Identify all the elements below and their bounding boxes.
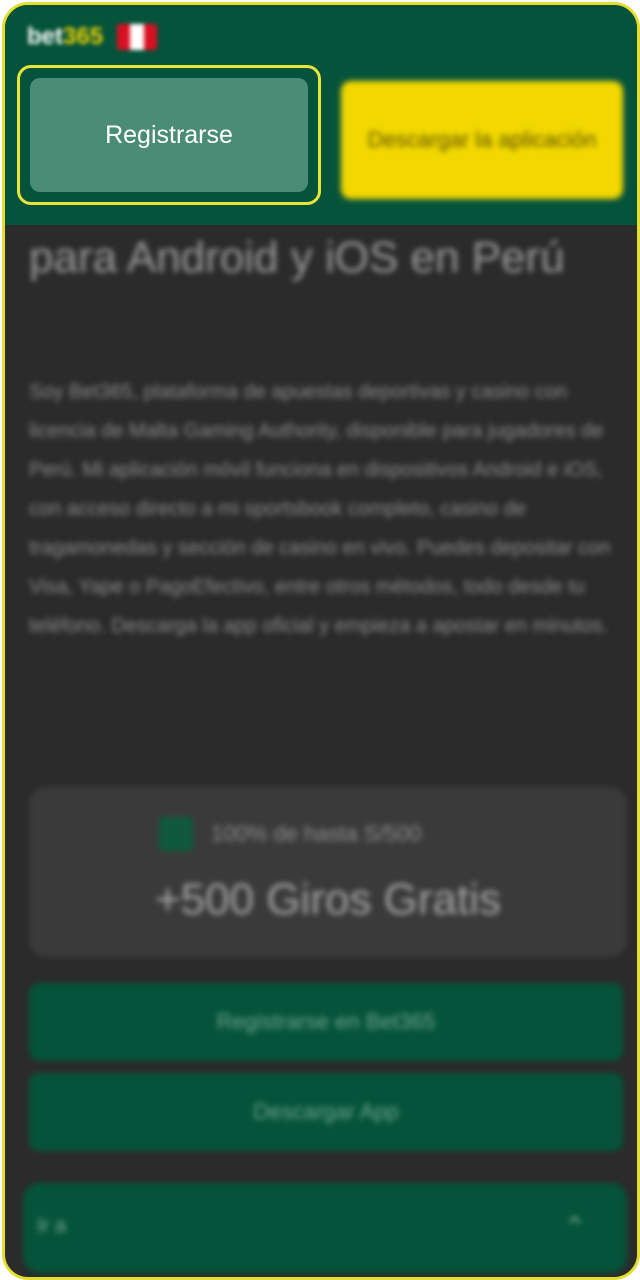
download-app-cta-button[interactable]: Descargar App [29, 1073, 623, 1151]
intro-paragraph: Soy Bet365, plataforma de apuestas depor… [29, 381, 611, 637]
logo-text-bet: bet [27, 23, 63, 50]
bonus-free-spins: +500 Giros Gratis [154, 875, 502, 924]
register-button[interactable]: Registrarse [30, 78, 308, 192]
peru-flag-icon [117, 24, 158, 50]
bonus-offer-text: 100% de hasta S/500 [211, 821, 422, 846]
register-button-highlight: Registrarse [17, 65, 321, 205]
chevron-up-icon[interactable]: ⌃ [563, 1211, 586, 1244]
site-header: bet 365 Registrarse Descargar la aplicac… [5, 5, 637, 225]
page-title: para Android y iOS en Perú [29, 233, 565, 282]
phone-frame: bet 365 Registrarse Descargar la aplicac… [2, 2, 640, 1280]
brand-logo[interactable]: bet 365 [27, 23, 158, 51]
logo-text-365: 365 [63, 23, 104, 50]
download-app-button[interactable]: Descargar la aplicación [341, 81, 623, 199]
bonus-card: 100% de hasta S/500 +500 Giros Gratis [29, 787, 627, 957]
jump-to-label: Ir a [37, 1215, 66, 1237]
jump-to-menu[interactable]: Ir a ⌃ [23, 1183, 627, 1273]
bonus-check-icon [159, 817, 193, 851]
bonus-offer-row: 100% de hasta S/500 [159, 817, 421, 851]
register-bet365-button[interactable]: Registrarse en Bet365 [29, 983, 623, 1061]
